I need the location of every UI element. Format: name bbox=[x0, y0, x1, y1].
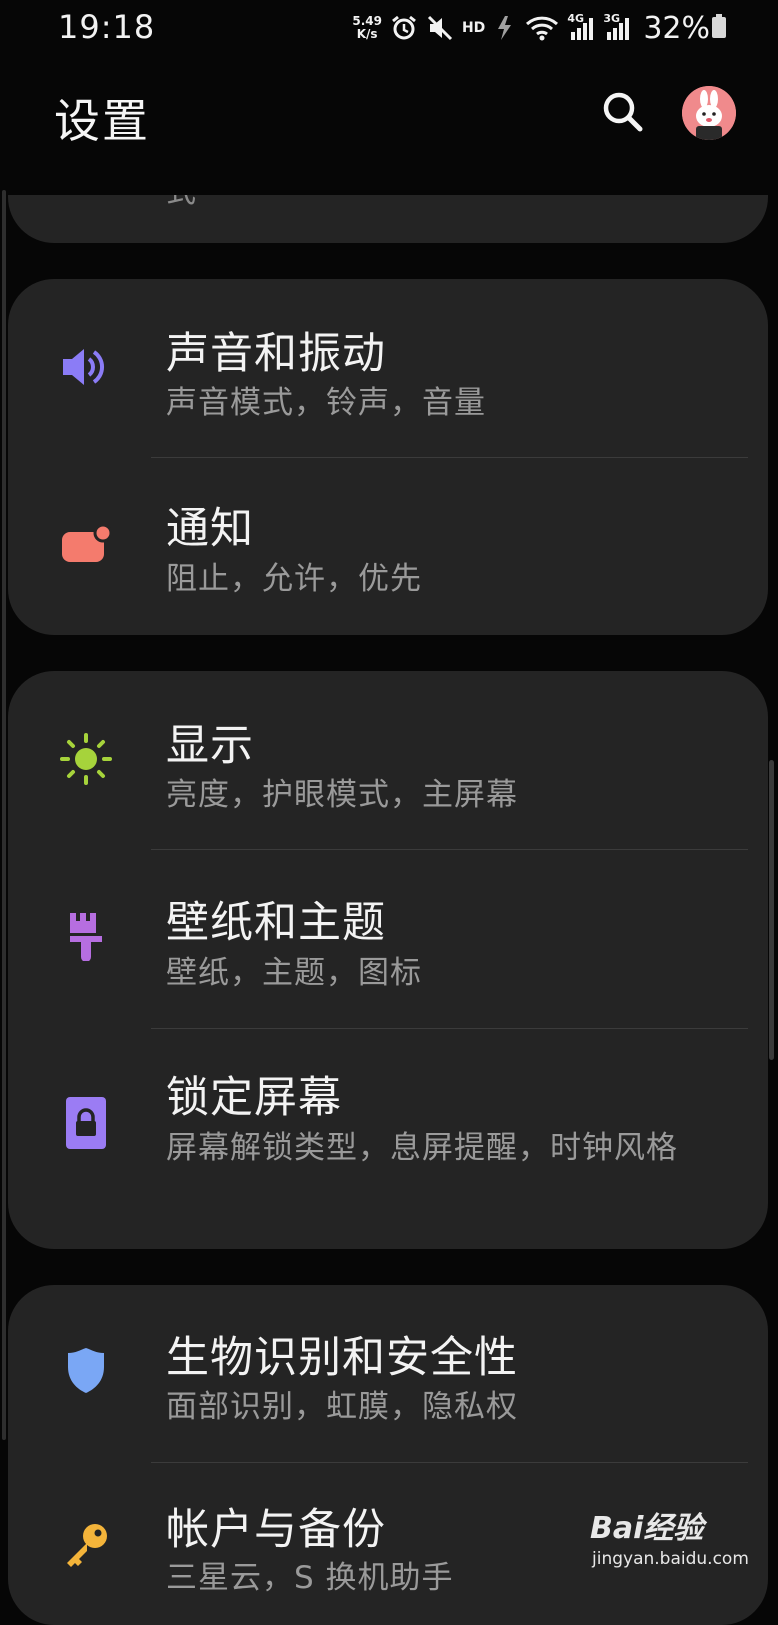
mute-icon bbox=[426, 14, 454, 42]
search-button[interactable] bbox=[598, 87, 648, 137]
status-bar: 19:18 5.49 K/s HD 4G 3G 32% bbox=[0, 0, 778, 52]
item-subtitle: 屏幕解锁类型，息屏提醒，时钟风格 bbox=[166, 1130, 678, 1166]
brush-icon bbox=[60, 910, 112, 962]
settings-item-biometrics-security[interactable]: 生物识别和安全性 面部识别，虹膜，隐私权 bbox=[8, 1285, 768, 1463]
net-speed: 5.49 K/s bbox=[352, 14, 382, 41]
settings-card-partial[interactable]: 式 bbox=[8, 195, 768, 243]
settings-item-lock-screen[interactable]: 锁定屏幕 屏幕解锁类型，息屏提醒，时钟风格 bbox=[8, 1029, 768, 1249]
search-icon bbox=[603, 92, 643, 132]
scrollbar[interactable] bbox=[769, 760, 774, 1060]
status-icons: 5.49 K/s HD 4G 3G 32% bbox=[352, 8, 710, 48]
settings-group-1: 声音和振动 声音模式，铃声，音量 通知 阻止，允许，优先 bbox=[8, 279, 768, 635]
battery-icon bbox=[712, 14, 726, 38]
settings-item-display[interactable]: 显示 亮度，护眼模式，主屏幕 bbox=[8, 671, 768, 849]
clipped-subtitle: 式 bbox=[166, 195, 196, 211]
item-title: 帐户与备份 bbox=[166, 1505, 386, 1555]
hd-label: HD bbox=[461, 20, 486, 36]
settings-item-sound[interactable]: 声音和振动 声音模式，铃声，音量 bbox=[8, 279, 768, 457]
avatar[interactable] bbox=[682, 86, 736, 140]
rabbit-avatar-icon bbox=[682, 86, 736, 140]
watermark-logo: Bai经验 bbox=[590, 1511, 704, 1546]
item-subtitle: 阻止，允许，优先 bbox=[166, 561, 422, 597]
data-transfer-icon bbox=[493, 14, 517, 42]
settings-item-wallpaper-themes[interactable]: 壁纸和主题 壁纸，主题，图标 bbox=[8, 850, 768, 1028]
wifi-icon bbox=[525, 14, 559, 42]
item-subtitle: 声音模式，铃声，音量 bbox=[166, 385, 486, 421]
notification-icon bbox=[60, 518, 112, 570]
page-title: 设置 bbox=[54, 94, 150, 148]
item-title: 锁定屏幕 bbox=[166, 1073, 342, 1123]
shield-icon bbox=[60, 1345, 112, 1397]
item-title: 壁纸和主题 bbox=[166, 898, 386, 948]
item-subtitle: 亮度，护眼模式，主屏幕 bbox=[166, 777, 518, 813]
lock-icon bbox=[60, 1097, 112, 1149]
sun-icon bbox=[60, 733, 112, 785]
settings-group-2: 显示 亮度，护眼模式，主屏幕 壁纸和主题 壁纸，主题，图标 锁定屏幕 屏幕解锁类… bbox=[8, 671, 768, 1249]
signal-3g-icon: 3G bbox=[603, 12, 631, 42]
item-subtitle: 壁纸，主题，图标 bbox=[166, 955, 422, 991]
battery-percent: 32% bbox=[643, 10, 710, 46]
speaker-icon bbox=[60, 341, 112, 393]
key-icon bbox=[60, 1519, 112, 1571]
signal-4g-icon: 4G bbox=[567, 12, 595, 42]
status-time: 19:18 bbox=[58, 8, 156, 46]
watermark-site: jingyan.baidu.com bbox=[592, 1549, 749, 1569]
item-title: 通知 bbox=[166, 504, 254, 554]
item-subtitle: 面部识别，虹膜，隐私权 bbox=[166, 1389, 518, 1425]
item-title: 显示 bbox=[166, 721, 254, 771]
app-header: 设置 bbox=[0, 75, 778, 155]
alarm-icon bbox=[390, 14, 418, 42]
baidu-jingyan-watermark: Bai经验 jingyan.baidu.com bbox=[590, 1497, 760, 1587]
settings-item-notifications[interactable]: 通知 阻止，允许，优先 bbox=[8, 458, 768, 635]
item-title: 生物识别和安全性 bbox=[166, 1333, 518, 1383]
item-title: 声音和振动 bbox=[166, 329, 386, 379]
scroll-edge-left bbox=[2, 190, 6, 1440]
